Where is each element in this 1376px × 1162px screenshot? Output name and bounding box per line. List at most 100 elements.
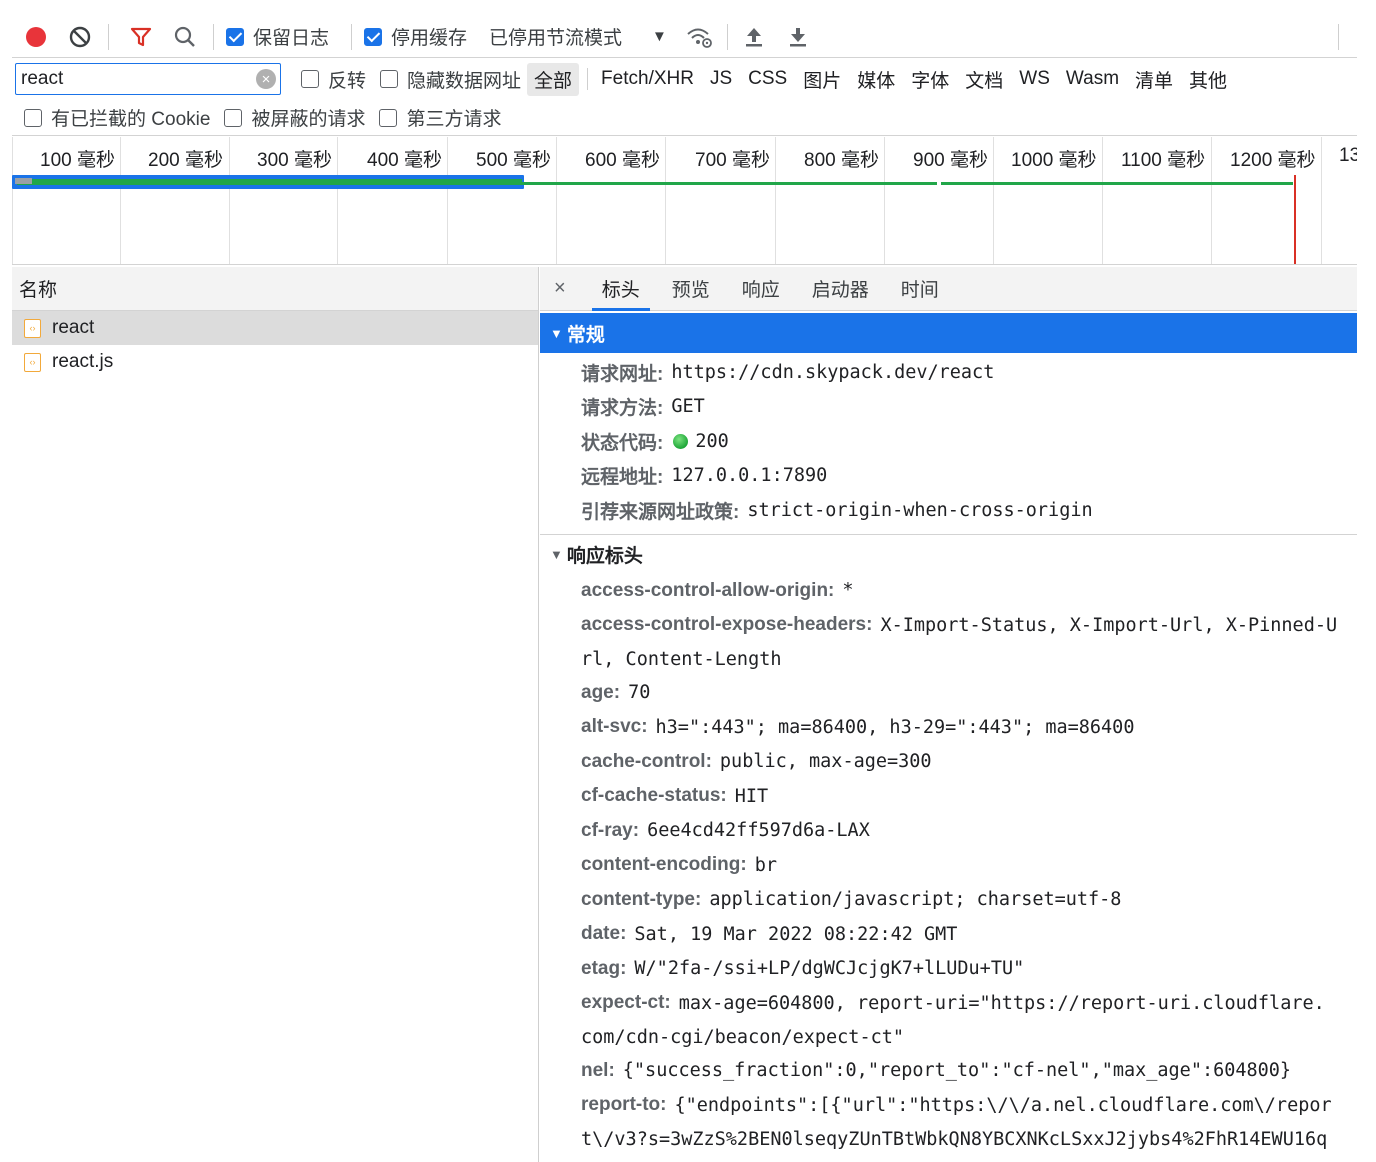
header-key: expect-ct:	[581, 992, 671, 1014]
response-headers-section-header[interactable]: ▼ 响应标头	[540, 533, 1357, 574]
header-value: https://cdn.skypack.dev/react	[671, 361, 995, 383]
type-filter-ws[interactable]: WS	[1012, 65, 1057, 93]
request-row[interactable]: ‹› react	[12, 311, 538, 345]
toolbar-divider	[1337, 23, 1339, 50]
header-value: 127.0.0.1:7890	[671, 465, 828, 487]
header-key: age:	[581, 681, 621, 703]
header-value: Sat, 19 Mar 2022 08:22:42 GMT	[634, 923, 958, 945]
timeline-request-bar	[941, 182, 1293, 185]
filter-input-box[interactable]: ×	[15, 63, 281, 95]
status-ok-icon	[673, 433, 689, 449]
type-filter-media[interactable]: 媒体	[850, 63, 902, 96]
search-icon[interactable]	[171, 23, 199, 51]
header-row: age: 70	[540, 676, 1357, 711]
hide-data-urls-checkbox[interactable]	[380, 70, 399, 88]
header-key: content-encoding:	[581, 854, 747, 876]
type-filter-divider	[587, 68, 589, 90]
third-party-checkbox[interactable]	[379, 108, 398, 127]
header-key: access-control-expose-headers:	[581, 614, 873, 636]
timeline-tick-label: 1100 毫秒	[1121, 150, 1206, 171]
header-row: 引荐来源网址政策: strict-origin-when-cross-origi…	[540, 493, 1357, 528]
header-key: date:	[581, 923, 627, 945]
throttle-select[interactable]: 已停用节流模式	[489, 23, 622, 50]
header-row: 状态代码: 200	[540, 424, 1357, 459]
header-row: content-encoding: br	[540, 848, 1357, 883]
import-har-icon[interactable]	[740, 23, 768, 51]
preserve-log-label: 保留日志	[253, 28, 330, 49]
network-toolbar: 保留日志 停用缓存 已停用节流模式 ▼	[12, 16, 1357, 58]
close-icon[interactable]: ×	[554, 277, 566, 300]
type-filter-fetch-xhr[interactable]: Fetch/XHR	[594, 65, 701, 93]
header-value: h3=":443"; ma=86400, h3-29=":443"; ma=86…	[655, 716, 1135, 738]
timeline-tick-label: 700 毫秒	[695, 150, 770, 171]
timeline-tick-label: 13	[1339, 145, 1357, 166]
header-row: content-type: application/javascript; cha…	[540, 883, 1357, 918]
header-value: W/"2fa-/ssi+LP/dgWCJcjgK7+lLUDu+TU"	[634, 958, 1025, 980]
record-icon[interactable]	[22, 23, 50, 51]
header-value: {"endpoints":[{"url":"https:\/\/a.nel.cl…	[674, 1094, 1332, 1116]
timeline-gridline	[120, 137, 121, 264]
filter-bar: × 反转 隐藏数据网址 全部 Fetch/XHR JS CSS 图片 媒体 字体…	[12, 59, 1357, 99]
general-section-header[interactable]: ▼ 常规	[540, 313, 1357, 353]
tab-response[interactable]: 响应	[726, 267, 796, 311]
blocked-requests-checkbox[interactable]	[224, 108, 243, 127]
collapse-triangle-icon: ▼	[550, 325, 563, 341]
timeline-tick-label: 900 毫秒	[913, 150, 988, 171]
type-filter-doc[interactable]: 文档	[958, 63, 1010, 96]
header-value: 6ee4cd42ff597d6a-LAX	[647, 820, 870, 842]
type-filter-wasm[interactable]: Wasm	[1059, 65, 1126, 93]
request-row[interactable]: ‹› react.js	[12, 345, 538, 379]
export-har-icon[interactable]	[784, 23, 812, 51]
header-row: cf-ray: 6ee4cd42ff597d6a-LAX	[540, 814, 1357, 849]
header-value: {"success_fraction":0,"report_to":"cf-ne…	[622, 1060, 1292, 1082]
type-filter-font[interactable]: 字体	[904, 63, 956, 96]
type-filter-img[interactable]: 图片	[796, 63, 848, 96]
type-filter-all[interactable]: 全部	[527, 62, 580, 96]
network-conditions-icon[interactable]	[685, 23, 713, 51]
tab-timing[interactable]: 时间	[885, 267, 955, 311]
timeline-gridline	[229, 137, 230, 264]
header-row: alt-svc: h3=":443"; ma=86400, h3-29=":443…	[540, 710, 1357, 745]
tab-preview[interactable]: 预览	[656, 267, 726, 311]
header-key: cf-cache-status:	[581, 785, 727, 807]
type-filter-other[interactable]: 其他	[1182, 63, 1234, 96]
timeline-gridline	[993, 137, 994, 264]
header-key: etag:	[581, 957, 627, 979]
blocked-cookies-checkbox[interactable]	[24, 108, 42, 127]
header-key: alt-svc:	[581, 716, 648, 738]
details-tabbar: × 标头 预览 响应 启动器 时间	[540, 267, 1357, 311]
tab-initiator[interactable]: 启动器	[796, 267, 885, 311]
script-file-icon: ‹›	[24, 318, 41, 338]
type-filter-js[interactable]: JS	[703, 65, 739, 93]
timeline-gridline	[884, 137, 885, 264]
column-header-name[interactable]: 名称	[12, 267, 538, 311]
header-value: strict-origin-when-cross-origin	[747, 499, 1093, 521]
timeline-tick-label: 800 毫秒	[804, 150, 879, 171]
disable-cache-checkbox[interactable]	[364, 27, 383, 46]
clear-icon[interactable]	[66, 23, 94, 51]
hide-data-urls-label: 隐藏数据网址	[407, 70, 522, 92]
response-headers-section: access-control-allow-origin: * access-con…	[540, 574, 1357, 1156]
header-value-continuation: com/cdn-cgi/beacon/expect-ct"	[581, 1026, 905, 1048]
timeline-overview[interactable]: 100 毫秒 200 毫秒 300 毫秒 400 毫秒 500 毫秒 600 毫…	[12, 137, 1357, 265]
invert-checkbox[interactable]	[301, 70, 319, 88]
header-row: access-control-expose-headers: X-Import-S…	[540, 608, 1357, 643]
response-headers-title: 响应标头	[566, 545, 643, 567]
request-list: 名称 ‹› react ‹› react.js	[12, 267, 539, 1162]
type-filter-manifest[interactable]: 清单	[1128, 63, 1180, 96]
timeline-tick-label: 1000 毫秒	[1011, 150, 1097, 171]
timeline-tick-label: 300 毫秒	[257, 150, 332, 171]
filter-icon[interactable]	[127, 23, 155, 51]
header-row: cache-control: public, max-age=300	[540, 745, 1357, 780]
type-filter-css[interactable]: CSS	[741, 65, 794, 93]
header-row: nel: {"success_fraction":0,"report_to":"c…	[540, 1054, 1357, 1089]
clear-filter-icon[interactable]: ×	[256, 69, 276, 89]
throttle-dropdown-icon[interactable]: ▼	[652, 28, 667, 45]
filter-input[interactable]	[21, 68, 241, 90]
timeline-gridline	[337, 137, 338, 264]
preserve-log-checkbox[interactable]	[226, 27, 244, 46]
header-row: date: Sat, 19 Mar 2022 08:22:42 GMT	[540, 917, 1357, 952]
timeline-tick-label: 500 毫秒	[476, 150, 551, 171]
tab-headers[interactable]: 标头	[586, 267, 656, 311]
timeline-gridline	[447, 137, 448, 264]
